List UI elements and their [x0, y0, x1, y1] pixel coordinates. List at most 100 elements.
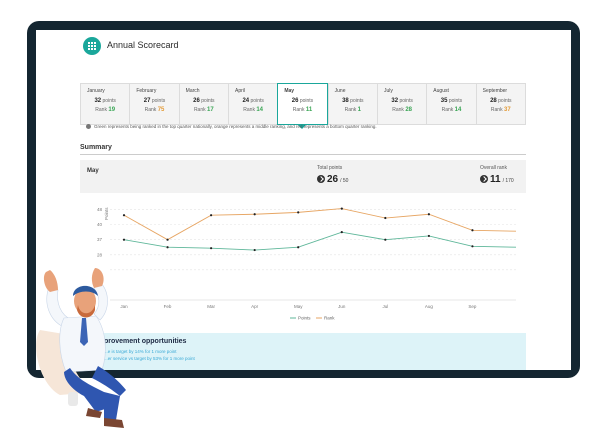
- improvement-line-1[interactable]: ...e is target by 14% for 1 more point: [104, 349, 177, 354]
- month-rank-label: Rank: [95, 107, 107, 113]
- month-rank-value: 75: [157, 107, 165, 113]
- data-point: [384, 216, 387, 220]
- month-points-value: 38: [342, 98, 349, 104]
- month-points: 24 points: [235, 98, 271, 104]
- month-points: 38 points: [335, 98, 371, 104]
- data-point: [427, 234, 430, 238]
- month-rank-label: Rank: [490, 107, 503, 113]
- total-points-stat: Total points 26 / 50: [317, 165, 348, 185]
- month-rank-label: Rank: [193, 107, 206, 113]
- x-tick-label: Jul: [382, 304, 388, 309]
- chair-base: [68, 392, 78, 406]
- month-tab-june[interactable]: June 38 points Rank 1: [327, 83, 377, 125]
- stage: Annual Scorecard January 32 points Rank 19…: [0, 0, 595, 435]
- data-point: [384, 238, 387, 241]
- month-name: May: [284, 88, 295, 94]
- month-points-unit: points: [250, 98, 264, 104]
- month-rank: Rank 14: [433, 107, 469, 113]
- month-points: 35 points: [433, 98, 469, 104]
- overall-rank-label: Overall rank: [480, 165, 507, 171]
- month-points-value: 26: [193, 98, 200, 104]
- month-name: February: [136, 88, 157, 94]
- month-points-unit: points: [299, 98, 314, 104]
- month-rank: Rank 14: [235, 107, 271, 113]
- y-tick-label: 40: [97, 222, 103, 227]
- month-rank: Rank 28: [384, 107, 420, 113]
- line-chart: 48 40 37 28 0 Points Jan Feb Mar Apr May Jun Jul Aug S…: [97, 207, 517, 321]
- month-points-unit: points: [399, 98, 413, 104]
- month-tab-august[interactable]: August 35 points Rank 14: [426, 83, 476, 125]
- total-points-label: Total points: [317, 165, 343, 171]
- y-tick-label: 48: [97, 207, 103, 212]
- month-rank: Rank 17: [186, 107, 222, 113]
- data-point: [253, 213, 256, 216]
- month-tab-january[interactable]: January 32 points Rank 19: [80, 83, 130, 125]
- legend-note: Green represents being ranked in the top…: [86, 124, 377, 129]
- overall-rank-value: 11: [490, 174, 501, 185]
- legend-label: Points: [298, 316, 311, 321]
- data-point: [210, 214, 213, 217]
- data-point: [166, 238, 169, 241]
- data-point: [427, 213, 430, 216]
- month-points-unit: points: [498, 98, 512, 104]
- y-tick-label: 28: [97, 252, 103, 257]
- month-rank-label: Rank: [292, 107, 305, 113]
- month-name: June: [334, 88, 346, 94]
- summary-month: May: [87, 168, 99, 174]
- series-line-rank: [123, 208, 517, 241]
- month-points: 32 points: [87, 98, 123, 104]
- month-points-value: 32: [94, 98, 102, 104]
- summary-panel: May Total points 26 / 50 Overall rank 11…: [80, 160, 526, 193]
- improvement-line-2[interactable]: ...er service vs target by 53% for 1 mor…: [104, 356, 195, 361]
- month-tab-may[interactable]: May 26 points Rank 11: [277, 83, 328, 129]
- month-tab-february[interactable]: February 27 points Rank 75: [129, 83, 179, 125]
- month-points-unit: points: [102, 98, 116, 104]
- month-rank-label: Rank: [441, 107, 454, 113]
- month-rank-value: 37: [503, 107, 511, 113]
- x-tick-label: Jun: [338, 304, 346, 309]
- month-rank: Rank 19: [87, 107, 123, 113]
- month-tab-april[interactable]: April 24 points Rank 14: [227, 83, 278, 125]
- x-tick-label: Jan: [120, 304, 128, 309]
- arrow-circle-icon: [480, 175, 488, 183]
- month-points-value: 26: [291, 98, 299, 104]
- month-points: 26 points: [186, 98, 222, 104]
- month-name: March: [185, 88, 200, 94]
- month-rank-label: Rank: [144, 107, 157, 113]
- series-line-points: [123, 231, 517, 251]
- scorecard-chart: 48 40 37 28 0 Points Jan Feb Mar Apr May Jun Jul Aug S…: [80, 194, 526, 334]
- month-tab-september[interactable]: September 28 points Rank 37: [475, 83, 526, 125]
- month-tab-july[interactable]: July 32 points Rank 28: [376, 83, 427, 125]
- x-tick-label: Sep: [468, 304, 477, 309]
- improvement-panel: provement opportunities ...e is target b…: [80, 333, 526, 370]
- info-icon: [86, 124, 91, 129]
- month-points-unit: points: [350, 98, 364, 104]
- month-points: 27 points: [136, 98, 172, 104]
- arrow-circle-icon: [317, 175, 325, 183]
- month-points: 32 points: [384, 98, 420, 104]
- section-divider: [80, 154, 526, 155]
- month-tab-march[interactable]: March 26 points Rank 17: [178, 83, 228, 125]
- month-rank-value: 28: [405, 107, 413, 113]
- data-point: [297, 246, 300, 249]
- month-points-value: 24: [242, 98, 250, 104]
- month-rank-value: 14: [454, 107, 462, 113]
- month-rank-value: 1: [357, 107, 362, 113]
- month-name: July: [383, 88, 393, 94]
- right-shoe: [104, 418, 124, 428]
- data-point: [122, 214, 126, 217]
- data-point: [471, 229, 474, 232]
- x-tick-label: Aug: [425, 304, 434, 309]
- data-point: [166, 246, 169, 249]
- total-points-value: 26: [327, 174, 339, 185]
- month-rank-value: 19: [108, 107, 116, 113]
- y-tick-label: 0: [99, 298, 102, 303]
- month-points-unit: points: [201, 98, 215, 104]
- month-rank: Rank 75: [136, 107, 172, 113]
- data-point: [340, 207, 343, 210]
- overall-rank-stat: Overall rank 11 / 170: [480, 165, 514, 185]
- data-point: [340, 231, 343, 234]
- month-name: April: [234, 88, 245, 94]
- month-tabs: January 32 points Rank 19 February 27 points…: [80, 83, 526, 129]
- data-point: [122, 238, 126, 241]
